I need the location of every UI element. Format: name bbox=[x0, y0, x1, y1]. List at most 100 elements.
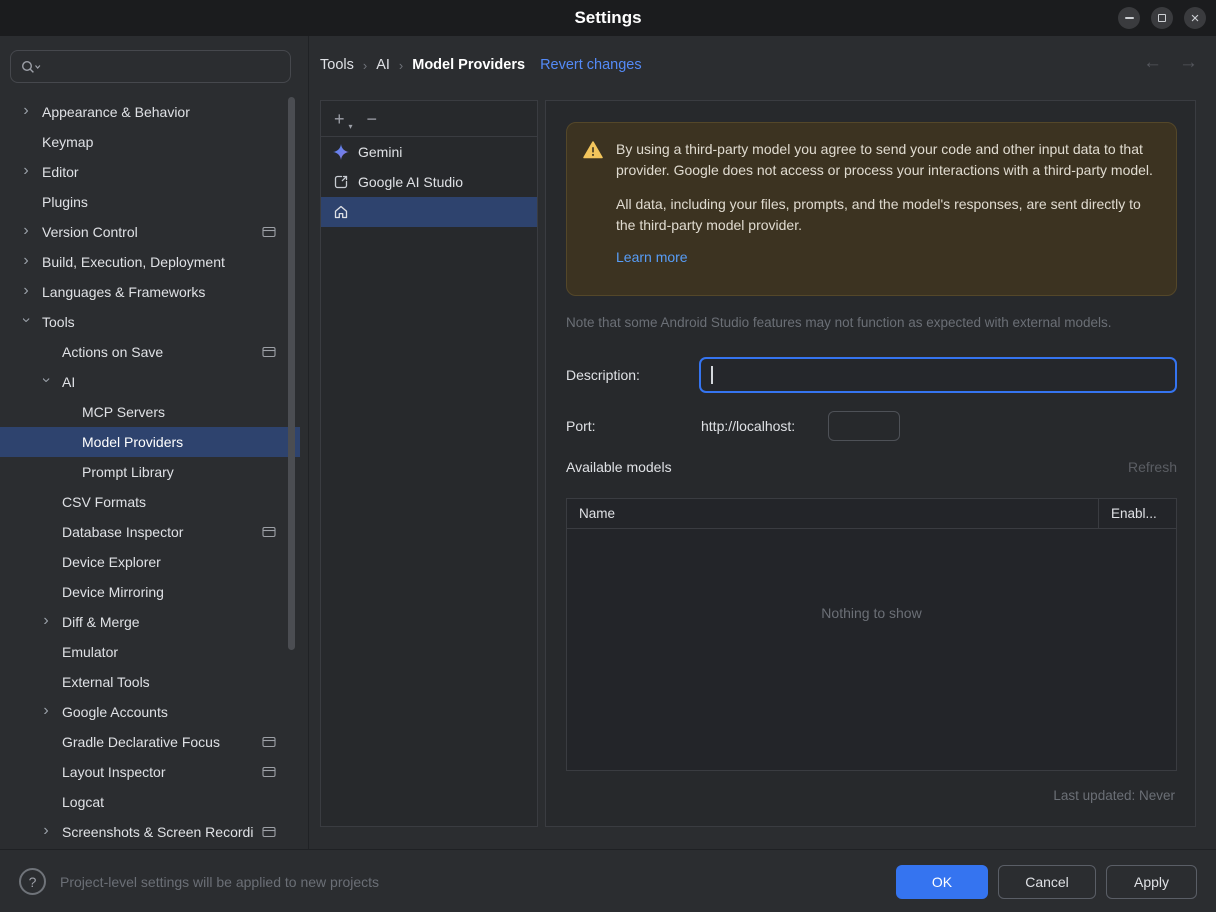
project-settings-icon bbox=[262, 826, 276, 838]
forward-arrow-icon[interactable]: → bbox=[1179, 52, 1198, 74]
refresh-button[interactable]: Refresh bbox=[1128, 459, 1177, 475]
sidebar-item-label: Emulator bbox=[62, 644, 119, 660]
chevron-right-icon[interactable]: › bbox=[40, 613, 52, 629]
maximize-button[interactable] bbox=[1151, 7, 1173, 29]
chevron-right-icon[interactable]: › bbox=[20, 163, 32, 179]
sidebar-item-keymap[interactable]: Keymap bbox=[0, 127, 300, 157]
sidebar-item-version-control[interactable]: › Version Control bbox=[0, 217, 300, 247]
apply-button[interactable]: Apply bbox=[1106, 865, 1197, 899]
help-button[interactable]: ? bbox=[19, 868, 46, 895]
settings-search-input[interactable] bbox=[47, 58, 281, 75]
sidebar-item-device-explorer[interactable]: Device Explorer bbox=[0, 547, 300, 577]
sidebar-item-label: MCP Servers bbox=[82, 404, 165, 420]
provider-item-gemini[interactable]: Gemini bbox=[321, 137, 537, 167]
chevron-right-icon[interactable]: › bbox=[20, 283, 32, 299]
help-icon: ? bbox=[28, 873, 37, 890]
sidebar-divider bbox=[308, 36, 309, 849]
settings-sidebar: › Appearance & Behavior Keymap › Editor Plugi… bbox=[0, 36, 308, 849]
minimize-button[interactable] bbox=[1118, 7, 1140, 29]
sidebar-item-layout-inspector[interactable]: Layout Inspector bbox=[0, 757, 300, 787]
sidebar-item-actions-on-save[interactable]: Actions on Save bbox=[0, 337, 300, 367]
search-box[interactable] bbox=[10, 50, 291, 83]
breadcrumb-tools[interactable]: Tools bbox=[320, 57, 354, 73]
remove-provider-button[interactable]: − bbox=[367, 110, 378, 128]
chevron-right-icon[interactable]: › bbox=[40, 823, 52, 839]
sidebar-item-label: Appearance & Behavior bbox=[42, 104, 190, 120]
sidebar-item-label: Keymap bbox=[42, 134, 94, 150]
revert-changes-link[interactable]: Revert changes bbox=[540, 57, 642, 73]
models-table: Name Enabl... Nothing to show bbox=[566, 498, 1177, 771]
sidebar-item-label: Build, Execution, Deployment bbox=[42, 254, 225, 270]
port-label: Port: bbox=[566, 418, 596, 434]
breadcrumb: Tools › AI › Model Providers Revert chan… bbox=[320, 50, 642, 80]
column-header-name[interactable]: Name bbox=[567, 499, 1098, 528]
sidebar-item-label: Device Explorer bbox=[62, 554, 161, 570]
description-label: Description: bbox=[566, 367, 640, 383]
sidebar-item-appearance-behavior[interactable]: › Appearance & Behavior bbox=[0, 97, 300, 127]
sidebar-item-plugins[interactable]: Plugins bbox=[0, 187, 300, 217]
minimize-icon bbox=[1124, 17, 1134, 19]
port-input[interactable] bbox=[828, 411, 900, 441]
warning-paragraph-1: By using a third-party model you agree t… bbox=[616, 141, 1153, 178]
breadcrumb-separator-icon: › bbox=[398, 57, 404, 73]
cancel-button[interactable]: Cancel bbox=[998, 865, 1096, 899]
sidebar-item-gradle-declarative-focus[interactable]: Gradle Declarative Focus bbox=[0, 727, 300, 757]
chevron-right-icon[interactable]: › bbox=[20, 103, 32, 119]
sidebar-item-editor[interactable]: › Editor bbox=[0, 157, 300, 187]
sidebar-item-prompt-library[interactable]: Prompt Library bbox=[0, 457, 300, 487]
text-caret bbox=[711, 366, 713, 384]
sidebar-item-tools[interactable]: › Tools bbox=[0, 307, 300, 337]
sidebar-item-label: Database Inspector bbox=[62, 524, 184, 540]
column-header-enabl[interactable]: Enabl... bbox=[1098, 499, 1176, 528]
sidebar-item-build-execution-deployment[interactable]: › Build, Execution, Deployment bbox=[0, 247, 300, 277]
sidebar-item-logcat[interactable]: Logcat bbox=[0, 787, 300, 817]
breadcrumb-model-providers[interactable]: Model Providers bbox=[412, 57, 525, 73]
sidebar-item-emulator[interactable]: Emulator bbox=[0, 637, 300, 667]
third-party-warning-banner: By using a third-party model you agree t… bbox=[566, 122, 1177, 296]
project-settings-icon bbox=[262, 526, 276, 538]
breadcrumb-separator-icon: › bbox=[362, 57, 368, 73]
chevron-right-icon[interactable]: › bbox=[20, 223, 32, 239]
provider-item-google-ai-studio[interactable]: Google AI Studio bbox=[321, 167, 537, 197]
localhost-prefix: http://localhost: bbox=[701, 418, 796, 434]
sidebar-item-label: Plugins bbox=[42, 194, 88, 210]
search-icon[interactable] bbox=[20, 59, 42, 75]
sidebar-item-database-inspector[interactable]: Database Inspector bbox=[0, 517, 300, 547]
breadcrumb-ai[interactable]: AI bbox=[376, 57, 390, 73]
provider-item-label: Google AI Studio bbox=[358, 174, 464, 190]
add-dropdown-caret-icon: ▾ bbox=[348, 121, 353, 131]
sidebar-item-diff-merge[interactable]: › Diff & Merge bbox=[0, 607, 300, 637]
project-settings-icon bbox=[262, 766, 276, 778]
sidebar-item-label: External Tools bbox=[62, 674, 150, 690]
sidebar-item-model-providers[interactable]: Model Providers bbox=[0, 427, 300, 457]
sidebar-item-label: Prompt Library bbox=[82, 464, 174, 480]
add-provider-button[interactable]: + ▾ bbox=[334, 110, 353, 131]
sidebar-item-mcp-servers[interactable]: MCP Servers bbox=[0, 397, 300, 427]
sidebar-item-ai[interactable]: › AI bbox=[0, 367, 300, 397]
ok-button[interactable]: OK bbox=[896, 865, 988, 899]
sidebar-item-languages-frameworks[interactable]: › Languages & Frameworks bbox=[0, 277, 300, 307]
sidebar-item-device-mirroring[interactable]: Device Mirroring bbox=[0, 577, 300, 607]
port-row: Port: http://localhost: bbox=[566, 411, 1177, 441]
sidebar-item-label: Layout Inspector bbox=[62, 764, 166, 780]
sidebar-item-screenshots-screen-recordi[interactable]: › Screenshots & Screen Recordi bbox=[0, 817, 300, 847]
chevron-down-icon[interactable]: › bbox=[38, 374, 55, 386]
project-settings-icon bbox=[262, 736, 276, 748]
provider-item-label: Gemini bbox=[358, 144, 403, 160]
chevron-down-icon[interactable]: › bbox=[18, 314, 35, 326]
provider-item-home[interactable] bbox=[321, 197, 537, 227]
chevron-right-icon[interactable]: › bbox=[20, 253, 32, 269]
learn-more-link[interactable]: Learn more bbox=[616, 247, 688, 268]
sidebar-scrollbar[interactable] bbox=[288, 97, 295, 650]
gemini-icon bbox=[333, 144, 349, 160]
project-settings-icon bbox=[262, 346, 276, 358]
sidebar-item-csv-formats[interactable]: CSV Formats bbox=[0, 487, 300, 517]
chevron-right-icon[interactable]: › bbox=[40, 703, 52, 719]
description-input[interactable] bbox=[699, 357, 1177, 393]
sidebar-item-google-accounts[interactable]: › Google Accounts bbox=[0, 697, 300, 727]
sidebar-item-label: Model Providers bbox=[82, 434, 184, 450]
close-button[interactable]: × bbox=[1184, 7, 1206, 29]
sidebar-item-external-tools[interactable]: External Tools bbox=[0, 667, 300, 697]
sidebar-item-label: Gradle Declarative Focus bbox=[62, 734, 220, 750]
back-arrow-icon[interactable]: ← bbox=[1143, 52, 1162, 74]
